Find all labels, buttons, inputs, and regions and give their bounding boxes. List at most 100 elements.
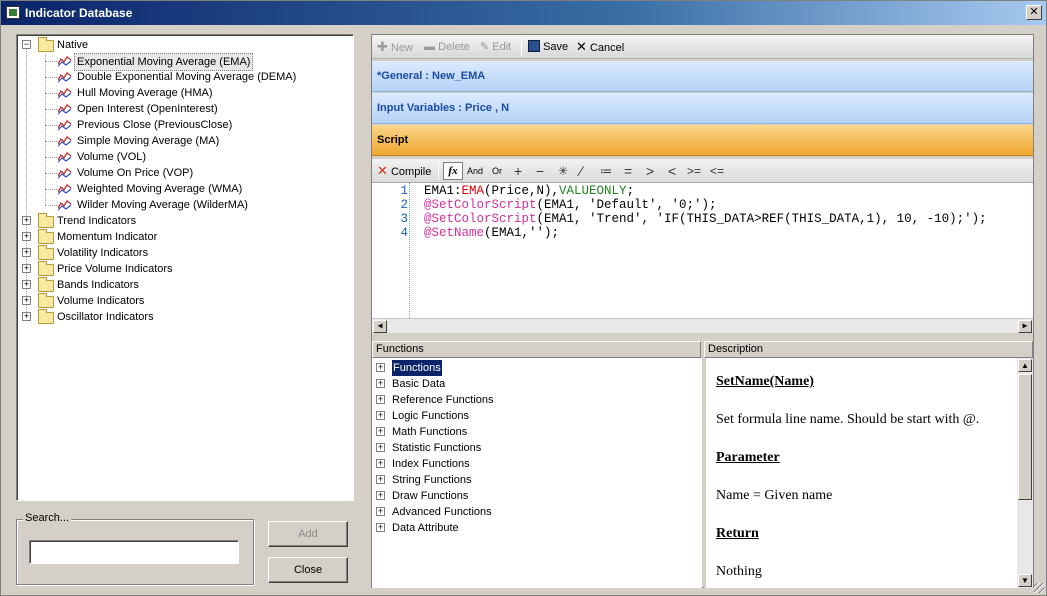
expand-icon[interactable]: + (376, 379, 385, 388)
code-token: (Price,N), (484, 184, 560, 198)
assign-operator-button[interactable]: ≔ (600, 163, 612, 179)
tree-node-group[interactable]: + Trend Indicators (17, 213, 347, 229)
greater-than-button[interactable]: > (646, 163, 654, 179)
expand-icon[interactable]: + (376, 491, 385, 500)
tree-node-label: Previous Close (PreviousClose) (77, 119, 233, 131)
line-number-gutter: 1 2 3 4 (372, 183, 410, 318)
editor-horizontal-scrollbar[interactable]: ◀ ▶ (372, 318, 1033, 333)
expand-icon[interactable]: + (376, 427, 385, 436)
tree-node-indicator[interactable]: Wilder Moving Average (WilderMA) (17, 197, 347, 213)
add-button[interactable]: Add (268, 521, 348, 547)
expand-icon[interactable]: + (376, 443, 385, 452)
tree-node-group[interactable]: + Oscillator Indicators (17, 309, 347, 325)
collapse-icon[interactable]: − (22, 40, 31, 49)
folder-icon (38, 309, 54, 324)
tree-node-indicator[interactable]: Weighted Moving Average (WMA) (17, 181, 347, 197)
tree-node-label: Double Exponential Moving Average (DEMA) (77, 71, 297, 83)
tree-node-group[interactable]: + Price Volume Indicators (17, 261, 347, 277)
indicator-line-icon (58, 200, 72, 211)
script-section-header[interactable]: Script (372, 125, 1033, 156)
divide-operator-button[interactable]: ∕ (580, 163, 582, 179)
expand-icon[interactable]: + (22, 280, 31, 289)
tree-node-label: Volume (VOL) (77, 151, 147, 163)
greater-equal-button[interactable]: >= (687, 163, 701, 179)
less-equal-button[interactable]: <= (710, 163, 724, 179)
tree-node-group[interactable]: + Volume Indicators (17, 293, 347, 309)
expand-icon[interactable]: + (376, 395, 385, 404)
general-section-header[interactable]: *General : New_EMA (372, 61, 1033, 92)
window-title: Indicator Database (25, 6, 133, 20)
expand-icon[interactable]: + (22, 248, 31, 257)
and-button[interactable]: And (467, 163, 483, 179)
app-icon (6, 6, 20, 19)
functions-tree[interactable]: + Functions + Basic Data + Reference Function… (372, 358, 702, 588)
delete-label: Delete (438, 41, 470, 53)
tree-guide-line (45, 125, 57, 126)
plus-operator-button[interactable]: + (514, 163, 522, 179)
cancel-label: Cancel (589, 42, 625, 54)
tree-node-label: Volume On Price (VOP) (77, 167, 194, 179)
less-than-button[interactable]: < (668, 163, 676, 179)
line-number: 4 (400, 226, 408, 240)
expand-icon[interactable]: + (376, 363, 385, 372)
script-toolbar: ✕ Compile fx And Or + − ✳ ∕ ≔ = > < >= <… (372, 159, 1033, 183)
expand-icon[interactable]: + (376, 475, 385, 484)
description-vertical-scrollbar[interactable]: ▲ ▼ (1017, 358, 1033, 588)
indicator-tree[interactable]: − Native Exponential Moving Average (EMA… (16, 34, 354, 501)
tree-node-indicator[interactable]: Volume On Price (VOP) (17, 165, 347, 181)
function-button[interactable]: fx (443, 162, 463, 180)
tree-node-native[interactable]: − Native (17, 37, 347, 53)
compile-button[interactable]: ✕ Compile (377, 163, 431, 179)
code-token: EMA1: (424, 184, 462, 198)
resize-grip-icon[interactable] (1034, 583, 1044, 593)
expand-icon[interactable]: + (22, 296, 31, 305)
tree-node-group[interactable]: + Bands Indicators (17, 277, 347, 293)
tree-node-label: Wilder Moving Average (WilderMA) (77, 199, 248, 211)
tree-node-indicator[interactable]: Exponential Moving Average (EMA) (17, 53, 347, 71)
scroll-up-icon[interactable]: ▲ (1018, 359, 1032, 372)
tree-node-indicator[interactable]: Open Interest (OpenInterest) (17, 101, 347, 117)
input-variables-section-header[interactable]: Input Variables : Price , N (372, 93, 1033, 124)
tree-node-indicator[interactable]: Double Exponential Moving Average (DEMA) (17, 69, 347, 85)
expand-icon[interactable]: + (22, 232, 31, 241)
search-input[interactable] (29, 540, 239, 564)
expand-icon[interactable]: + (376, 523, 385, 532)
indicator-line-icon (58, 184, 72, 195)
scroll-right-icon[interactable]: ▶ (1018, 320, 1032, 333)
expand-icon[interactable]: + (376, 459, 385, 468)
minus-operator-button[interactable]: − (536, 163, 544, 179)
close-window-button[interactable]: ✕ (1026, 5, 1042, 20)
indicator-line-icon (58, 120, 72, 131)
tree-node-group[interactable]: + Volatility Indicators (17, 245, 347, 261)
or-button[interactable]: Or (492, 163, 502, 179)
expand-icon[interactable]: + (376, 411, 385, 420)
delete-button[interactable]: ▬ Delete (424, 40, 470, 54)
expand-icon[interactable]: + (22, 312, 31, 321)
tree-node-group[interactable]: + Momentum Indicator (17, 229, 347, 245)
tree-node-indicator[interactable]: Volume (VOL) (17, 149, 347, 165)
expand-icon[interactable]: + (376, 507, 385, 516)
tree-node-indicator[interactable]: Previous Close (PreviousClose) (17, 117, 347, 133)
expand-icon[interactable]: + (22, 264, 31, 273)
scroll-left-icon[interactable]: ◀ (373, 320, 387, 333)
edit-button[interactable]: ✎ Edit (480, 40, 511, 54)
tree-node-label: Volatility Indicators (57, 247, 149, 259)
new-button[interactable]: ✚ New (377, 40, 413, 55)
scroll-down-icon[interactable]: ▼ (1018, 574, 1032, 587)
tree-node-indicator[interactable]: Hull Moving Average (HMA) (17, 85, 347, 101)
scrollbar-track[interactable] (387, 320, 1017, 333)
script-editor[interactable]: 1 2 3 4 EMA1:EMA(Price,N),VALUEONLY; @Se… (372, 183, 1033, 333)
title-bar[interactable]: Indicator Database ✕ (1, 1, 1046, 25)
tree-node-indicator[interactable]: Simple Moving Average (MA) (17, 133, 347, 149)
splitter[interactable] (372, 333, 1033, 341)
equals-operator-button[interactable]: = (624, 163, 632, 179)
function-category-label: Statistic Functions (392, 442, 482, 454)
cancel-button[interactable]: ✕ Cancel (576, 40, 625, 55)
close-button[interactable]: Close (268, 557, 348, 583)
multiply-operator-button[interactable]: ✳ (558, 163, 568, 179)
expand-icon[interactable]: + (22, 216, 31, 225)
save-button[interactable]: Save (528, 40, 568, 54)
compile-x-icon: ✕ (377, 163, 388, 178)
function-category-label: Logic Functions (392, 410, 470, 422)
scrollbar-thumb[interactable] (1018, 374, 1032, 500)
